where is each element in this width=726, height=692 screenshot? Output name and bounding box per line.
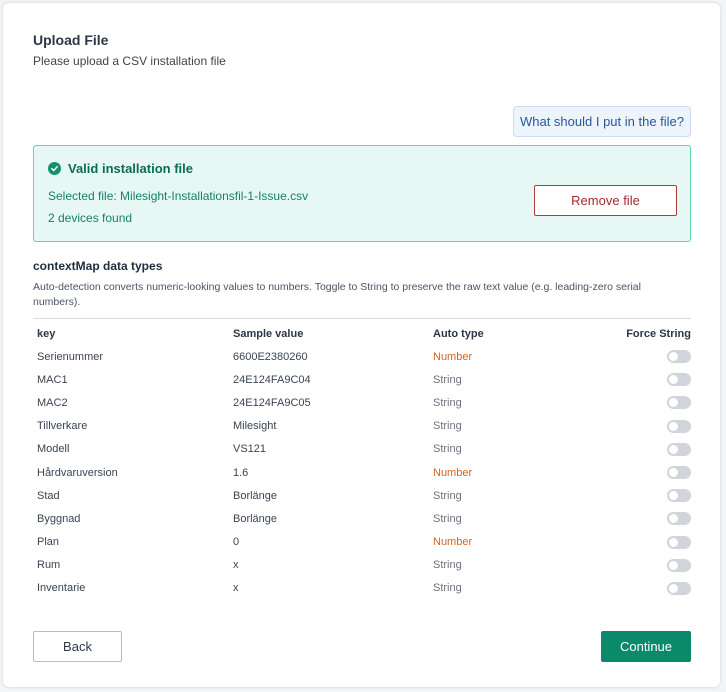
- row-sample-value: 24E124FA9C05: [233, 396, 311, 409]
- row-sample-value: 6600E2380260: [233, 350, 308, 363]
- row-sample-value: 1.6: [233, 466, 249, 479]
- upload-card: Upload File Please upload a CSV installa…: [3, 3, 720, 687]
- row-auto-type: String: [433, 420, 462, 433]
- row-auto-type: String: [433, 373, 462, 386]
- column-header-auto-type: Auto type: [433, 328, 484, 340]
- row-force-string-cell: [613, 391, 691, 414]
- divider: [33, 318, 691, 319]
- row-sample-value: x: [233, 582, 239, 595]
- row-sample-value: Milesight: [233, 420, 277, 433]
- continue-button[interactable]: Continue: [601, 631, 691, 662]
- force-string-toggle[interactable]: [667, 350, 691, 364]
- check-circle-icon: [48, 162, 61, 175]
- validation-header: Valid installation file: [48, 161, 193, 176]
- file-help-button[interactable]: What should I put in the file?: [513, 106, 691, 137]
- validation-panel: Valid installation file Selected file: M…: [33, 145, 691, 242]
- row-auto-type: String: [433, 396, 462, 409]
- context-map-title: contextMap data types: [33, 259, 163, 273]
- force-string-toggle[interactable]: [667, 535, 691, 549]
- selected-file-text: Selected file: Milesight-Installationsfi…: [48, 189, 309, 203]
- force-string-toggle[interactable]: [667, 442, 691, 456]
- force-string-toggle[interactable]: [667, 466, 691, 480]
- row-force-string-cell: [613, 484, 691, 507]
- force-string-toggle[interactable]: [667, 558, 691, 572]
- force-string-toggle[interactable]: [667, 581, 691, 595]
- page-subtitle: Please upload a CSV installation file: [33, 54, 226, 68]
- table-row: Plan 0 Number: [33, 531, 691, 554]
- table-row: Stad Borlänge String: [33, 484, 691, 507]
- row-force-string-cell: [613, 368, 691, 391]
- table-row: MAC1 24E124FA9C04 String: [33, 368, 691, 391]
- force-string-toggle[interactable]: [667, 419, 691, 433]
- remove-file-button[interactable]: Remove file: [534, 185, 677, 216]
- row-key: Serienummer: [37, 350, 104, 363]
- row-sample-value: Borlänge: [233, 512, 278, 525]
- table-row: Rum x String: [33, 554, 691, 577]
- row-force-string-cell: [613, 554, 691, 577]
- context-map-table: key Sample value Auto type Force String …: [33, 323, 691, 600]
- row-force-string-cell: [613, 415, 691, 438]
- row-auto-type: String: [433, 512, 462, 525]
- row-force-string-cell: [613, 461, 691, 484]
- row-auto-type: String: [433, 489, 462, 502]
- row-auto-type: String: [433, 582, 462, 595]
- row-auto-type: String: [433, 559, 462, 572]
- validation-title: Valid installation file: [68, 161, 193, 176]
- page-title: Upload File: [33, 32, 109, 48]
- row-force-string-cell: [613, 531, 691, 554]
- row-force-string-cell: [613, 507, 691, 530]
- row-key: Plan: [37, 536, 60, 549]
- table-row: Tillverkare Milesight String: [33, 415, 691, 438]
- table-row: Serienummer 6600E2380260 Number: [33, 345, 691, 368]
- row-key: Hårdvaruversion: [37, 466, 118, 479]
- force-string-toggle[interactable]: [667, 373, 691, 387]
- table-row: MAC2 24E124FA9C05 String: [33, 391, 691, 414]
- row-sample-value: Borlänge: [233, 489, 278, 502]
- row-auto-type: Number: [433, 350, 473, 363]
- row-sample-value: x: [233, 559, 239, 572]
- devices-found-text: 2 devices found: [48, 211, 133, 225]
- row-key: Tillverkare: [37, 420, 88, 433]
- context-map-description: Auto-detection converts numeric-looking …: [33, 281, 641, 308]
- row-force-string-cell: [613, 577, 691, 600]
- row-sample-value: 24E124FA9C04: [233, 373, 311, 386]
- row-auto-type: Number: [433, 536, 473, 549]
- row-auto-type: Number: [433, 466, 473, 479]
- row-sample-value: VS121: [233, 443, 267, 456]
- row-sample-value: 0: [233, 536, 240, 549]
- back-button[interactable]: Back: [33, 631, 122, 662]
- column-header-sample: Sample value: [233, 328, 304, 340]
- row-key: Byggnad: [37, 512, 81, 525]
- table-row: Hårdvaruversion 1.6 Number: [33, 461, 691, 484]
- table-header-row: key Sample value Auto type Force String: [33, 323, 691, 345]
- row-key: Stad: [37, 489, 60, 502]
- row-key: Inventarie: [37, 582, 86, 595]
- force-string-toggle[interactable]: [667, 396, 691, 410]
- table-row: Inventarie x String: [33, 577, 691, 600]
- row-key: MAC1: [37, 373, 68, 386]
- row-force-string-cell: [613, 438, 691, 461]
- row-key: Modell: [37, 443, 70, 456]
- table-row: Modell VS121 String: [33, 438, 691, 461]
- column-header-force-string: Force String: [626, 328, 691, 340]
- force-string-toggle[interactable]: [667, 489, 691, 503]
- table-row: Byggnad Borlänge String: [33, 507, 691, 530]
- row-key: Rum: [37, 559, 61, 572]
- force-string-toggle[interactable]: [667, 512, 691, 526]
- column-header-key: key: [37, 328, 56, 340]
- row-key: MAC2: [37, 396, 68, 409]
- row-force-string-cell: [613, 345, 691, 368]
- row-auto-type: String: [433, 443, 462, 456]
